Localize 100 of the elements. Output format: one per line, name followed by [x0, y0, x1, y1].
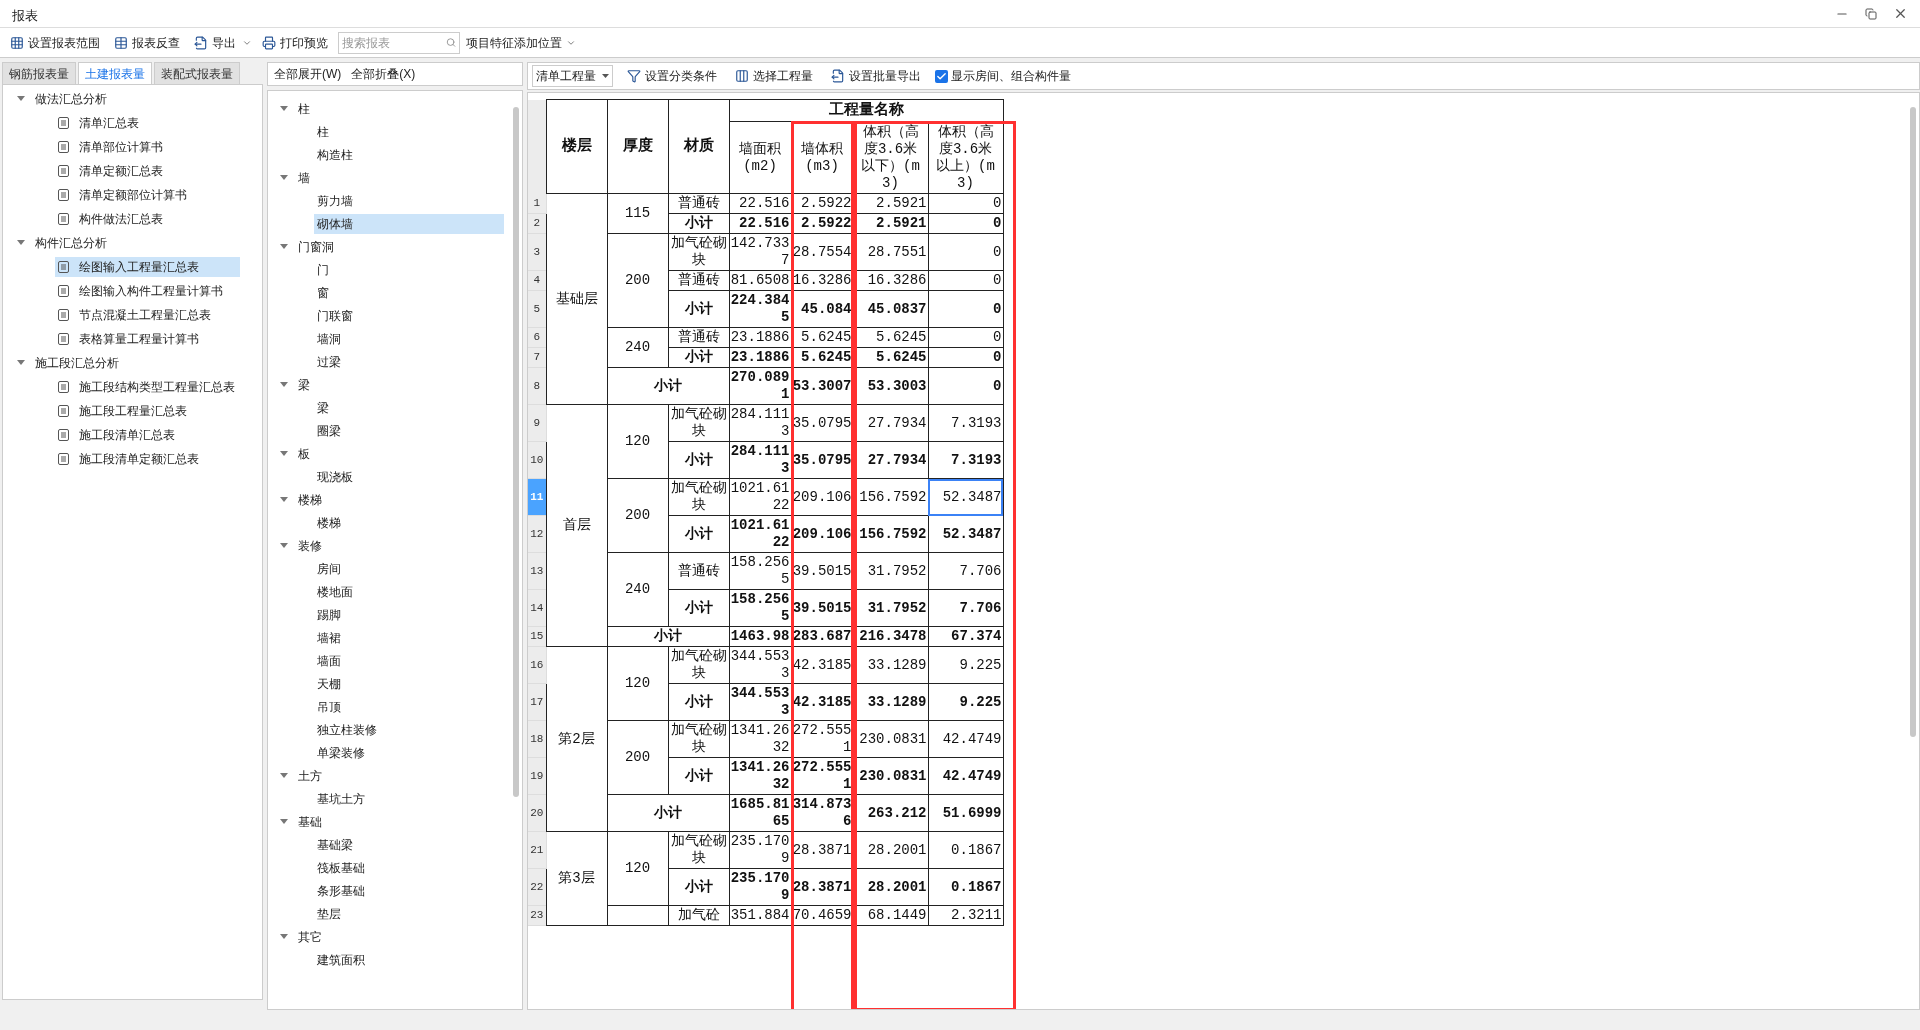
room-checkbox[interactable]: [935, 69, 948, 83]
component-tree-item[interactable]: 剪力墙: [314, 190, 504, 211]
row-number[interactable]: 23: [528, 905, 546, 926]
component-tree-item[interactable]: 窗: [314, 282, 504, 303]
toolbar-button[interactable]: 选择工程量: [731, 65, 817, 87]
expand-caret-icon[interactable]: [280, 381, 288, 388]
component-tree-item[interactable]: 过梁: [314, 351, 504, 372]
row-number[interactable]: 12: [528, 515, 546, 553]
tree-group-label[interactable]: 楼梯: [298, 490, 322, 509]
component-tree-item[interactable]: 墙裙: [314, 627, 504, 648]
expand-caret-icon[interactable]: [280, 243, 288, 250]
row-number[interactable]: 13: [528, 552, 546, 590]
expand-caret-icon[interactable]: [280, 542, 288, 549]
row-number[interactable]: 9: [528, 404, 546, 442]
component-tree-item[interactable]: 墙面: [314, 650, 504, 671]
mode-select[interactable]: 清单工程量: [532, 65, 613, 87]
tree-group-label[interactable]: 做法汇总分析: [35, 90, 107, 108]
expand-caret-icon[interactable]: [280, 933, 288, 940]
row-number[interactable]: 18: [528, 720, 546, 758]
toolbar-button[interactable]: 设置报表范围: [6, 31, 104, 54]
expand-caret-icon[interactable]: [17, 360, 25, 366]
tree-action-link[interactable]: 全部折叠(X): [351, 65, 416, 83]
component-tree-item[interactable]: 基础梁: [314, 834, 504, 855]
component-tree-item[interactable]: 现浇板: [314, 466, 504, 487]
report-tree-item[interactable]: 施工段结构类型工程量汇总表: [55, 377, 240, 397]
report-tree-item[interactable]: 清单汇总表: [55, 113, 240, 133]
component-tree-item[interactable]: 门: [314, 259, 504, 280]
row-number[interactable]: 14: [528, 589, 546, 627]
report-tree-item[interactable]: 施工段工程量汇总表: [55, 401, 240, 421]
row-number[interactable]: 22: [528, 868, 546, 906]
expand-caret-icon[interactable]: [280, 772, 288, 779]
report-tree-item[interactable]: 施工段清单定额汇总表: [55, 449, 240, 469]
row-number[interactable]: 8: [528, 367, 546, 405]
row-number[interactable]: 10: [528, 441, 546, 479]
restore-icon[interactable]: [1865, 7, 1877, 20]
row-number[interactable]: 15: [528, 626, 546, 647]
tree-group-label[interactable]: 其它: [298, 927, 322, 946]
tree-group-label[interactable]: 基础: [298, 812, 322, 831]
search-field[interactable]: 搜索报表: [342, 33, 446, 52]
tree-action-link[interactable]: 全部展开(W): [274, 65, 342, 83]
component-tree-item[interactable]: 基坑土方: [314, 788, 504, 809]
component-tree-item[interactable]: 筏板基础: [314, 857, 504, 878]
row-number[interactable]: 17: [528, 683, 546, 721]
component-tree-item[interactable]: 建筑面积: [314, 949, 504, 970]
expand-caret-icon[interactable]: [17, 96, 25, 102]
report-tree-item[interactable]: 表格算量工程量计算书: [55, 329, 240, 349]
row-number[interactable]: 16: [528, 646, 546, 684]
component-tree-item[interactable]: 楼梯: [314, 512, 504, 533]
component-tree-item[interactable]: 吊顶: [314, 696, 504, 717]
component-tree-item[interactable]: 门联窗: [314, 305, 504, 326]
expand-caret-icon[interactable]: [280, 450, 288, 457]
component-tree-item[interactable]: 踢脚: [314, 604, 504, 625]
component-tree-item[interactable]: 独立柱装修: [314, 719, 504, 740]
tree-group-label[interactable]: 装修: [298, 536, 322, 555]
report-tree-item[interactable]: 施工段清单汇总表: [55, 425, 240, 445]
report-tree-item[interactable]: 节点混凝土工程量汇总表: [55, 305, 240, 325]
search-box[interactable]: 搜索报表: [338, 31, 460, 54]
row-number[interactable]: 3: [528, 233, 546, 271]
report-tree-item[interactable]: 绘图输入工程量汇总表: [55, 257, 240, 277]
toolbar-button[interactable]: 报表反查: [110, 31, 184, 54]
component-tree-item[interactable]: 单梁装修: [314, 742, 504, 763]
row-number[interactable]: 6: [528, 327, 546, 348]
expand-caret-icon[interactable]: [280, 496, 288, 503]
toolbar-button[interactable]: 设置分类条件: [623, 65, 721, 87]
row-number[interactable]: 19: [528, 757, 546, 795]
report-tree-item[interactable]: 清单部位计算书: [55, 137, 240, 157]
component-tree-item[interactable]: 柱: [314, 121, 504, 142]
row-number[interactable]: 20: [528, 794, 546, 832]
toolbar-button[interactable]: 打印预览: [258, 31, 332, 54]
component-tree-item[interactable]: 圈梁: [314, 420, 504, 441]
report-tree-item[interactable]: 清单定额汇总表: [55, 161, 240, 181]
tree-group-label[interactable]: 施工段汇总分析: [35, 354, 119, 372]
close-icon[interactable]: [1893, 6, 1908, 21]
toolbar-button[interactable]: 导出: [190, 31, 240, 54]
expand-caret-icon[interactable]: [280, 818, 288, 825]
expand-caret-icon[interactable]: [280, 105, 288, 112]
component-tree-item[interactable]: 楼地面: [314, 581, 504, 602]
tree-group-label[interactable]: 板: [298, 444, 310, 463]
tree-group-label[interactable]: 构件汇总分析: [35, 234, 107, 252]
report-tab[interactable]: 装配式报表量: [154, 62, 240, 84]
report-tab[interactable]: 土建报表量: [78, 62, 152, 84]
component-tree-item[interactable]: 房间: [314, 558, 504, 579]
component-tree-item[interactable]: 条形基础: [314, 880, 504, 901]
tree-group-label[interactable]: 柱: [298, 99, 310, 118]
row-number[interactable]: 5: [528, 290, 546, 328]
row-number[interactable]: 1: [528, 193, 546, 214]
dropdown-button[interactable]: 项目特征添加位置: [466, 33, 576, 52]
component-tree-item[interactable]: 梁: [314, 397, 504, 418]
row-number[interactable]: 7: [528, 347, 546, 368]
component-tree-item[interactable]: 构造柱: [314, 144, 504, 165]
row-number[interactable]: 4: [528, 270, 546, 291]
toolbar-button[interactable]: 设置批量导出: [827, 65, 925, 87]
tree-group-label[interactable]: 门窗洞: [298, 237, 334, 256]
report-tab[interactable]: 钢筋报表量: [2, 62, 76, 84]
report-tree-item[interactable]: 构件做法汇总表: [55, 209, 240, 229]
report-tree-item[interactable]: 清单定额部位计算书: [55, 185, 240, 205]
tree-group-label[interactable]: 梁: [298, 375, 310, 394]
report-tree-item[interactable]: 绘图输入构件工程量计算书: [55, 281, 240, 301]
component-tree-item[interactable]: 墙洞: [314, 328, 504, 349]
tree-group-label[interactable]: 墙: [298, 168, 310, 187]
